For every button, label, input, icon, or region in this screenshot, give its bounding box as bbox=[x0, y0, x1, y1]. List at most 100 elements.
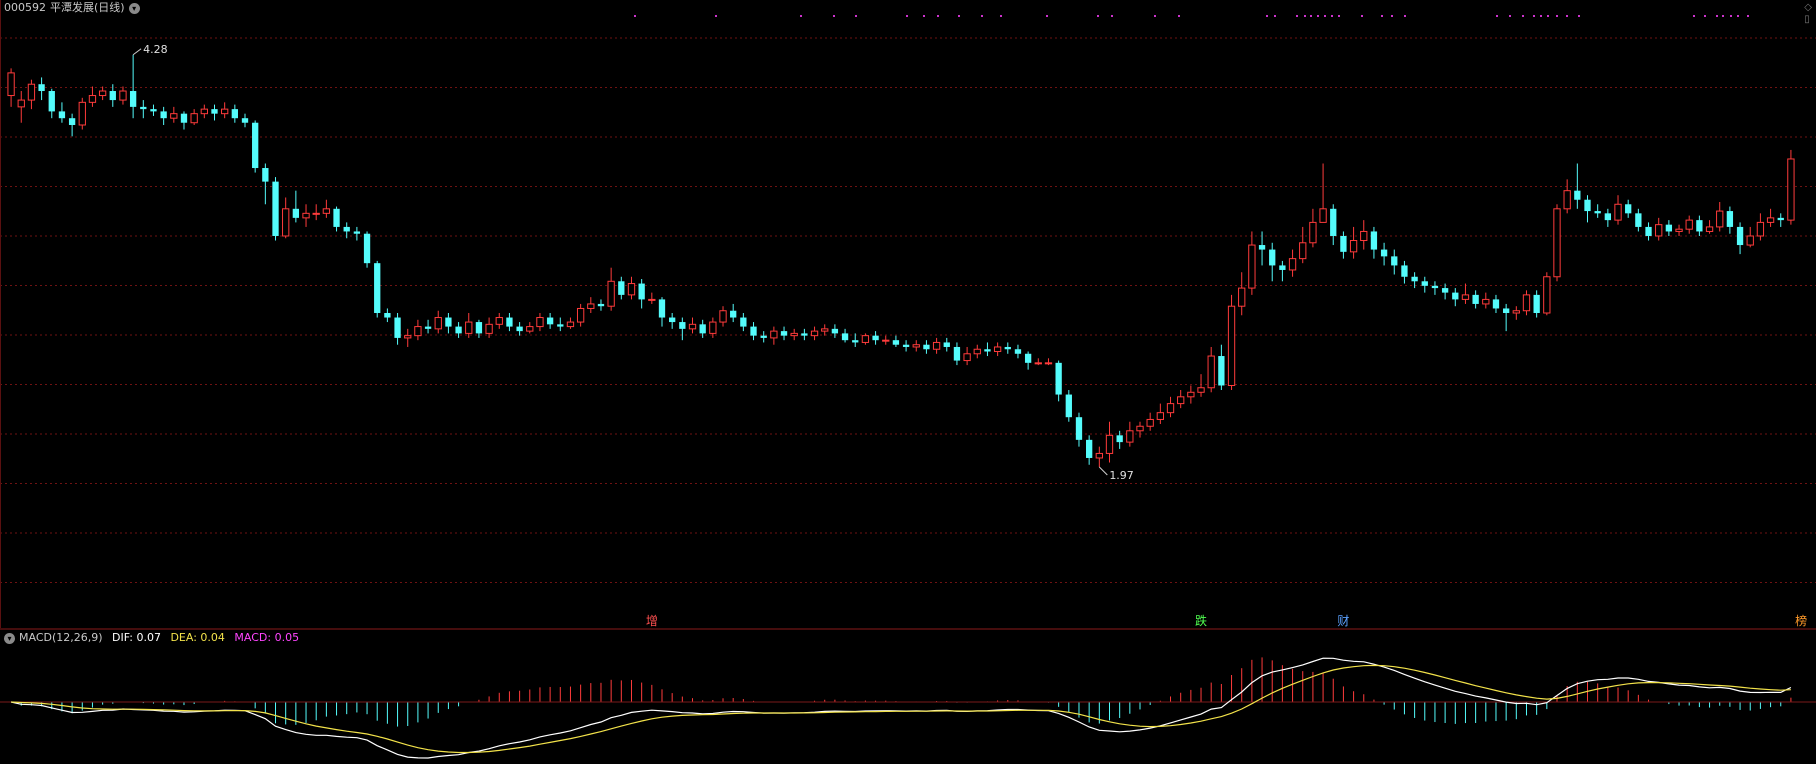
candle-body bbox=[1584, 199, 1591, 212]
event-marker: 榜 bbox=[1795, 613, 1807, 628]
candle-body bbox=[973, 348, 981, 355]
candle-body bbox=[669, 317, 676, 323]
candle-body bbox=[1461, 294, 1470, 300]
dif-line bbox=[10, 657, 1792, 759]
candle-body bbox=[1766, 217, 1775, 223]
candle-body bbox=[434, 317, 442, 330]
top-marker-dot bbox=[1716, 15, 1718, 17]
candle-body bbox=[1696, 220, 1703, 232]
dif-value: 0.07 bbox=[136, 631, 161, 644]
candle-body bbox=[1391, 256, 1398, 266]
top-marker-dot bbox=[1566, 15, 1568, 17]
top-marker-dot bbox=[1317, 15, 1319, 17]
top-marker-dot bbox=[715, 15, 717, 17]
candle-body bbox=[1340, 235, 1347, 252]
candle-body bbox=[841, 333, 849, 341]
candle-body bbox=[790, 332, 798, 337]
candle-body bbox=[1604, 213, 1611, 221]
diamond-icon[interactable]: ▯ bbox=[1804, 14, 1812, 26]
candle-body bbox=[58, 111, 66, 119]
candle-body bbox=[455, 326, 462, 334]
candle-body bbox=[1665, 224, 1673, 232]
candle-body bbox=[780, 331, 788, 336]
candle-body bbox=[892, 340, 900, 345]
candle-body bbox=[1014, 349, 1022, 354]
top-marker-dot bbox=[981, 15, 983, 17]
candle-body bbox=[699, 324, 706, 334]
candle-body bbox=[1055, 362, 1062, 395]
candle-body bbox=[1563, 190, 1571, 210]
candle-body bbox=[912, 344, 920, 348]
top-marker-dot bbox=[1154, 15, 1156, 17]
candle-body bbox=[262, 168, 269, 182]
top-marker-dot bbox=[1404, 15, 1406, 17]
candle-body bbox=[1146, 418, 1154, 427]
candle-body bbox=[140, 106, 147, 110]
candle-body bbox=[190, 113, 198, 124]
candle-body bbox=[1746, 235, 1754, 246]
top-marker-dot bbox=[1046, 15, 1048, 17]
stock-code: 000592 bbox=[4, 1, 46, 14]
candle-body bbox=[1533, 294, 1540, 313]
candle-body bbox=[88, 95, 97, 103]
chevron-down-icon[interactable]: ▾ bbox=[128, 2, 140, 14]
candle-body bbox=[1645, 226, 1652, 236]
candle-body bbox=[465, 321, 473, 334]
candle-body bbox=[129, 91, 137, 107]
candle-body bbox=[1411, 276, 1418, 282]
event-marker: 财 bbox=[1337, 614, 1349, 628]
dea-line bbox=[11, 664, 1791, 754]
diamond-icon[interactable]: ◇ bbox=[1804, 2, 1812, 14]
top-marker-dot bbox=[833, 15, 835, 17]
candle-body bbox=[1349, 240, 1358, 253]
candle-body bbox=[231, 109, 238, 119]
top-marker-dot bbox=[1361, 15, 1363, 17]
candle-body bbox=[872, 335, 879, 341]
candle-body bbox=[709, 321, 717, 334]
candle-body bbox=[719, 310, 727, 323]
candle-body bbox=[1330, 208, 1337, 236]
candle-body bbox=[1380, 249, 1388, 257]
candle-body bbox=[1065, 394, 1072, 418]
candle-body bbox=[576, 307, 585, 323]
candle-body bbox=[485, 323, 493, 334]
candle-body bbox=[68, 118, 76, 125]
candle-body bbox=[688, 323, 697, 330]
event-marker: 跌 bbox=[1195, 613, 1207, 628]
top-marker-dot bbox=[1547, 15, 1549, 17]
candle-body bbox=[1685, 219, 1693, 230]
event-marker: 增 bbox=[646, 614, 658, 628]
candle-body bbox=[852, 340, 859, 343]
candle-body bbox=[17, 99, 25, 108]
candle-body bbox=[424, 326, 432, 329]
candle-body bbox=[730, 310, 737, 318]
candle-body bbox=[627, 283, 636, 296]
chart-canvas[interactable]: 4.281.97增跌财榜榜 bbox=[0, 0, 1816, 764]
candle-body bbox=[1034, 362, 1042, 365]
candle-body bbox=[658, 299, 666, 318]
candle-body bbox=[384, 313, 391, 318]
candle-body bbox=[1024, 353, 1032, 363]
macd-title: MACD(12,26,9) bbox=[19, 631, 103, 644]
candle-body bbox=[1553, 208, 1561, 278]
top-marker-dot bbox=[1747, 15, 1749, 17]
candle-body bbox=[861, 335, 870, 343]
chart-header: 000592 平潭发展(日线) ▾ bbox=[4, 0, 140, 16]
top-marker-dot bbox=[923, 15, 925, 17]
candle-body bbox=[526, 326, 534, 332]
candle-body bbox=[1187, 391, 1195, 398]
stock-name: 平潭发展 bbox=[50, 1, 94, 14]
candle-body bbox=[1238, 287, 1246, 307]
macd-header: ▾ MACD(12,26,9) DIF: 0.07 DEA: 0.04 MACD:… bbox=[4, 631, 299, 645]
top-right-controls: ◇ ▯ bbox=[1804, 2, 1812, 26]
candle-body bbox=[963, 353, 971, 362]
high-price-label-leader bbox=[132, 48, 142, 56]
candle-body bbox=[943, 342, 950, 347]
top-marker-dot bbox=[1296, 15, 1298, 17]
macd-label: MACD: bbox=[234, 631, 272, 644]
candle-body bbox=[750, 326, 757, 336]
candle-body bbox=[445, 317, 452, 327]
candle-body bbox=[1736, 226, 1744, 246]
chevron-down-icon[interactable]: ▾ bbox=[4, 632, 15, 644]
candle-body bbox=[1594, 211, 1601, 214]
